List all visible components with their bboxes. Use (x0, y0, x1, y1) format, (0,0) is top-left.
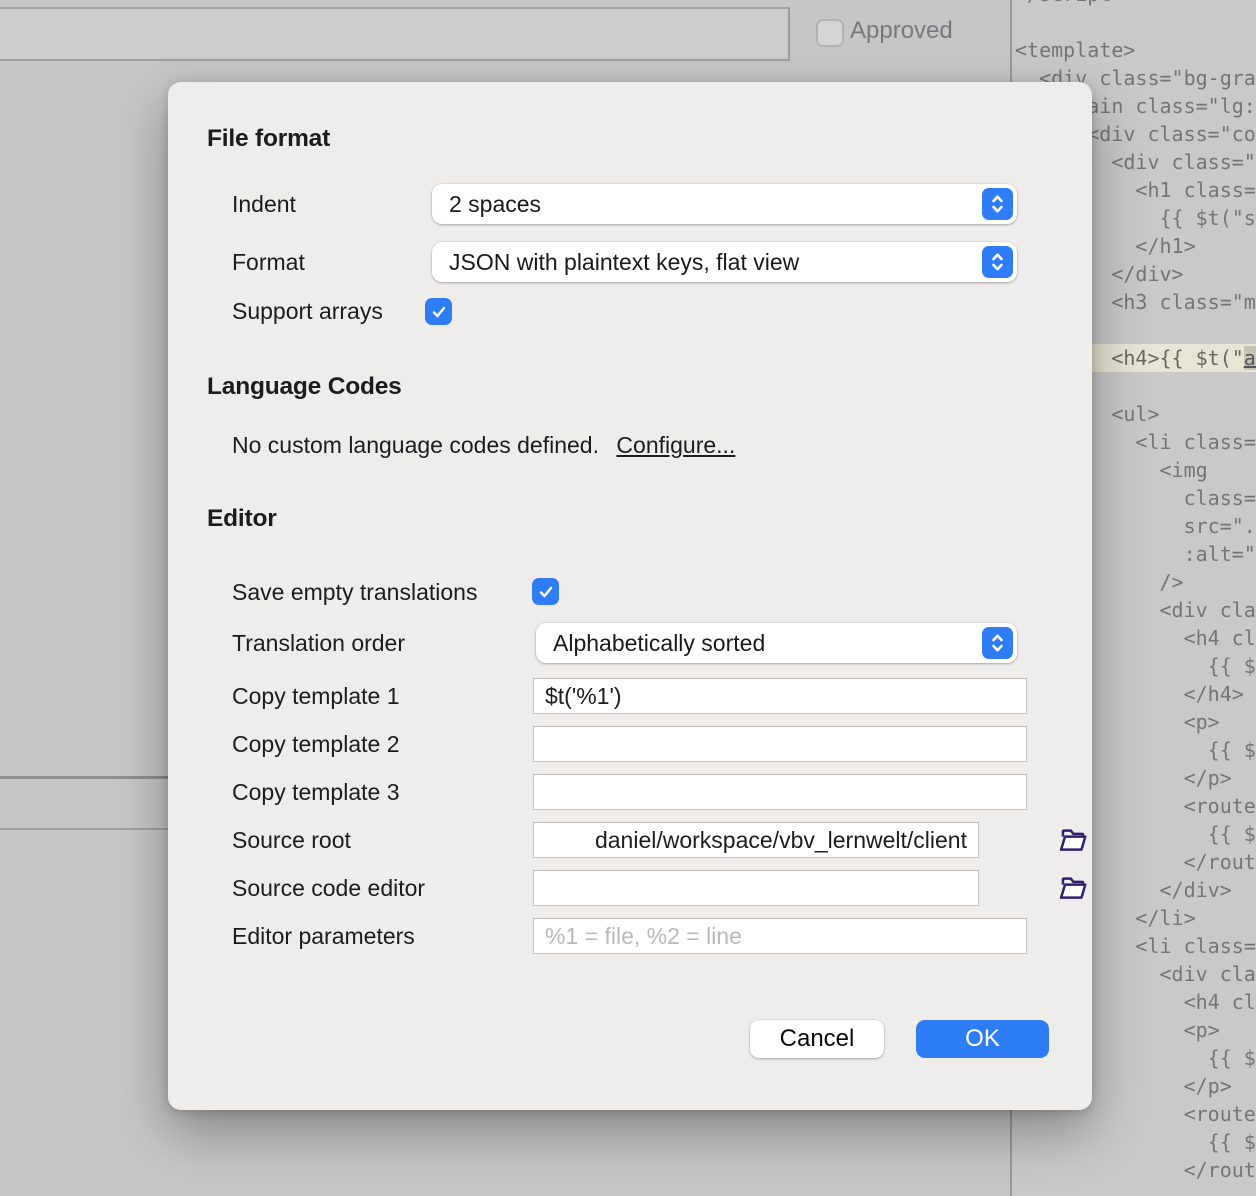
format-select-value: JSON with plaintext keys, flat view (449, 249, 799, 276)
cancel-button[interactable]: Cancel (750, 1020, 884, 1058)
translation-order-label: Translation order (232, 623, 405, 663)
copy-template-2-input[interactable] (533, 726, 1027, 762)
support-arrays-row: Support arrays (232, 296, 1092, 326)
source-code-editor-browse-button[interactable] (1057, 873, 1089, 903)
copy-template-3-row: Copy template 3 (232, 774, 1092, 810)
highlighted-translation-key: a. (1244, 346, 1256, 370)
select-stepper-icon (982, 188, 1013, 220)
copy-template-3-label: Copy template 3 (232, 774, 399, 810)
file-format-heading: File format (207, 125, 330, 153)
save-empty-row: Save empty translations (232, 576, 1092, 608)
configure-link[interactable]: Configure... (616, 432, 735, 458)
copy-template-2-label: Copy template 2 (232, 726, 399, 762)
translation-order-row: Translation order Alphabetically sorted (232, 623, 1092, 663)
select-stepper-icon (982, 627, 1013, 659)
copy-template-1-value: $t('%1') (545, 683, 622, 710)
folder-open-icon (1057, 825, 1089, 855)
indent-row: Indent 2 spaces (232, 184, 1092, 224)
editor-parameters-label: Editor parameters (232, 918, 415, 954)
select-stepper-icon (982, 246, 1013, 278)
code-line (1015, 8, 1256, 36)
code-line: <template> (1015, 36, 1256, 64)
editor-heading: Editor (207, 505, 277, 533)
background-translation-textarea[interactable] (0, 7, 790, 61)
checkmark-icon (430, 303, 448, 321)
source-root-row: Source root daniel/workspace/vbv_lernwel… (232, 822, 1092, 858)
source-root-browse-button[interactable] (1057, 825, 1089, 855)
preferences-dialog: File format Indent 2 spaces Format JSON … (168, 82, 1092, 1110)
indent-label: Indent (232, 184, 296, 224)
ok-button[interactable]: OK (916, 1020, 1049, 1058)
editor-parameters-placeholder: %1 = file, %2 = line (545, 923, 742, 950)
language-codes-heading: Language Codes (207, 373, 402, 401)
dialog-buttons-row: Cancel OK (168, 1020, 1092, 1058)
source-code-editor-input[interactable] (533, 870, 979, 906)
folder-open-icon (1057, 873, 1089, 903)
format-row: Format JSON with plaintext keys, flat vi… (232, 242, 1092, 282)
support-arrays-label: Support arrays (232, 296, 383, 326)
app-screen: Approved </script><template> <div class=… (0, 0, 1256, 1196)
language-codes-status: No custom language codes defined. (232, 432, 599, 458)
code-line: </route (1015, 1156, 1256, 1184)
source-code-editor-row: Source code editor (232, 870, 1092, 906)
code-line: </script> (1015, 0, 1256, 8)
save-empty-label: Save empty translations (232, 576, 477, 608)
checkmark-icon (537, 583, 555, 601)
source-root-input[interactable]: daniel/workspace/vbv_lernwelt/client (533, 822, 979, 858)
copy-template-3-input[interactable] (533, 774, 1027, 810)
copy-template-1-row: Copy template 1 $t('%1') (232, 678, 1092, 714)
support-arrays-checkbox[interactable] (425, 298, 452, 325)
format-label: Format (232, 242, 305, 282)
copy-template-1-label: Copy template 1 (232, 678, 399, 714)
indent-select[interactable]: 2 spaces (432, 184, 1017, 224)
source-root-value: daniel/workspace/vbv_lernwelt/client (595, 827, 967, 854)
format-select[interactable]: JSON with plaintext keys, flat view (432, 242, 1017, 282)
approved-checkbox[interactable] (816, 19, 844, 47)
save-empty-checkbox[interactable] (532, 578, 559, 605)
language-codes-row: No custom language codes defined. Config… (232, 429, 1092, 461)
copy-template-1-input[interactable]: $t('%1') (533, 678, 1027, 714)
source-code-editor-label: Source code editor (232, 870, 425, 906)
editor-parameters-input[interactable]: %1 = file, %2 = line (533, 918, 1027, 954)
translation-order-select[interactable]: Alphabetically sorted (536, 623, 1017, 663)
code-line: {{ $t (1015, 1128, 1256, 1156)
indent-select-value: 2 spaces (449, 191, 541, 218)
translation-order-select-value: Alphabetically sorted (553, 630, 765, 657)
copy-template-2-row: Copy template 2 (232, 726, 1092, 762)
approved-label: Approved (850, 17, 953, 45)
editor-parameters-row: Editor parameters %1 = file, %2 = line (232, 918, 1092, 954)
source-root-label: Source root (232, 822, 351, 858)
